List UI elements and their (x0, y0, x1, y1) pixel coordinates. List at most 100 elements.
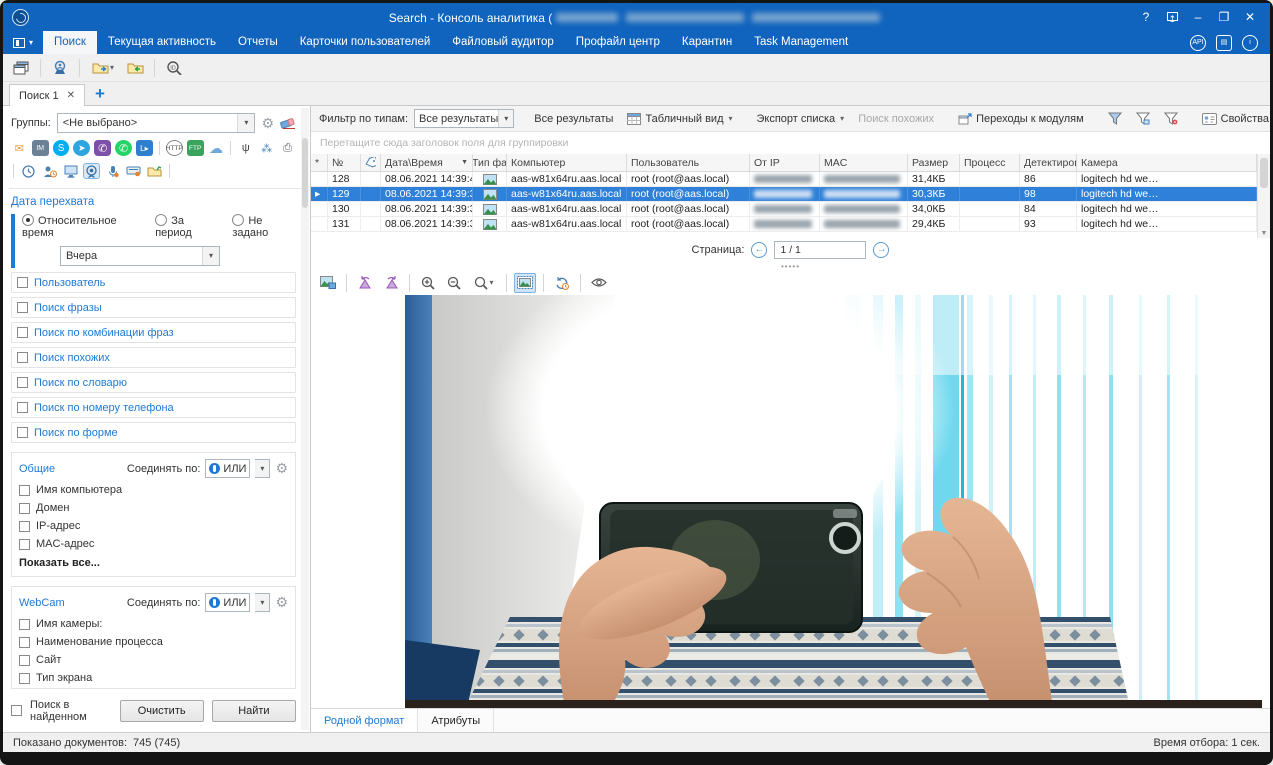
common-settings-gear-icon[interactable]: ⚙ (275, 460, 288, 477)
eraser-icon[interactable] (280, 117, 296, 129)
checkbox[interactable] (19, 503, 30, 514)
search-in-found-checkbox[interactable] (11, 705, 22, 716)
im-icon[interactable]: IM (32, 140, 49, 156)
col-computer[interactable]: Компьютер (507, 154, 627, 171)
groups-settings-gear-icon[interactable]: ⚙ (261, 115, 274, 132)
check-screen-type[interactable]: Тип экрана (19, 672, 288, 684)
menu-tab-reports[interactable]: Отчеты (227, 31, 289, 54)
tab-native-format[interactable]: Родной формат (311, 709, 418, 732)
checkbox[interactable] (19, 485, 30, 496)
check-ip[interactable]: IP-адрес (19, 520, 288, 532)
export-list-button[interactable]: Экспорт списка▾ (753, 111, 849, 127)
table-scrollbar[interactable]: ▼ (1257, 154, 1270, 238)
window-pin-button[interactable] (1160, 7, 1184, 27)
show-all-link[interactable]: Показать все... (19, 557, 288, 569)
checkbox[interactable] (19, 637, 30, 648)
rotate-right-button[interactable] (380, 273, 402, 293)
table-row-selected[interactable]: ▸ 129 08.06.2021 14:39:38 aas-w81x64ru.a… (311, 187, 1257, 202)
find-button[interactable]: Найти (212, 700, 296, 722)
fit-to-window-button[interactable] (514, 273, 536, 293)
prev-page-button[interactable]: ← (751, 242, 767, 258)
menu-tab-poisk[interactable]: Поиск (43, 31, 97, 54)
splitter-handle[interactable]: ••••• (311, 262, 1270, 270)
chevron-down-icon[interactable]: ▾ (255, 459, 270, 478)
scrollbar-thumb[interactable] (302, 138, 308, 208)
preview-eye-button[interactable] (588, 273, 610, 293)
session-view-button[interactable] (551, 273, 573, 293)
all-results-button[interactable]: Все результаты (530, 111, 617, 127)
checkbox[interactable] (19, 539, 30, 550)
join-operator-select[interactable]: ИЛИ (205, 459, 250, 478)
webcam-icon[interactable] (83, 163, 100, 179)
filter-apply-button[interactable] (1104, 110, 1126, 127)
checkbox[interactable] (19, 673, 30, 684)
table-row[interactable]: 131 08.06.2021 14:39:33 aas-w81x64ru.aas… (311, 217, 1257, 232)
radio-period[interactable]: За период (155, 214, 218, 239)
import-query-button[interactable] (123, 57, 147, 79)
viber-icon[interactable]: ✆ (94, 140, 111, 156)
join-operator-select[interactable]: ИЛИ (205, 593, 250, 612)
checkbox[interactable] (17, 327, 28, 338)
groups-select[interactable]: <Не выбрано> ▾ (57, 113, 256, 133)
restore-button[interactable]: ❐ (1212, 7, 1236, 27)
modules-icon[interactable]: ▤ (1216, 35, 1232, 51)
filter-phone-number[interactable]: Поиск по номеру телефона (11, 397, 296, 418)
filter-phrase-combo[interactable]: Поиск по комбинации фраз (11, 322, 296, 343)
checkbox[interactable] (17, 302, 28, 313)
whatsapp-icon[interactable]: ✆ (115, 140, 132, 156)
api-icon[interactable]: API (1190, 35, 1206, 51)
close-tab-icon[interactable]: ✕ (67, 90, 75, 101)
menu-tab-activity[interactable]: Текущая активность (97, 31, 227, 54)
lync-icon[interactable]: L▸ (136, 140, 153, 156)
page-input[interactable]: 1 / 1 (774, 241, 866, 259)
table-view-button[interactable]: Табличный вид▾ (623, 111, 736, 127)
filter-user[interactable]: Пользователь (11, 272, 296, 293)
col-size[interactable]: Размер (908, 154, 960, 171)
user-search-button[interactable] (48, 57, 72, 79)
save-image-button[interactable] (317, 273, 339, 293)
zoom-in-button[interactable] (417, 273, 439, 293)
search-by-id-button[interactable]: ID (162, 57, 186, 79)
usb-icon[interactable]: ψ (237, 140, 254, 156)
type-filter-select[interactable]: Все результаты▾ (414, 109, 514, 128)
col-user[interactable]: Пользователь (627, 154, 750, 171)
col-marker[interactable]: * (311, 154, 328, 171)
close-button[interactable]: ✕ (1238, 7, 1262, 27)
clock-icon[interactable] (20, 163, 37, 179)
app-menu-button[interactable]: ▾ (3, 31, 43, 54)
checkbox[interactable] (19, 655, 30, 666)
folder-attach-icon[interactable] (146, 163, 163, 179)
checkbox[interactable] (19, 619, 30, 630)
microphone-icon[interactable] (104, 163, 121, 179)
radio-not-set[interactable]: Не задано (232, 214, 296, 239)
clear-button[interactable]: Очистить (120, 700, 204, 722)
radio-relative-time[interactable]: Относительное время (22, 214, 141, 239)
next-page-button[interactable]: → (873, 242, 889, 258)
check-domain[interactable]: Домен (19, 502, 288, 514)
col-ip[interactable]: От IP (750, 154, 820, 171)
mail-icon[interactable]: ✉ (11, 140, 28, 156)
telegram-icon[interactable]: ➤ (73, 140, 90, 156)
keyboard-icon[interactable] (125, 163, 142, 179)
help-button[interactable]: ? (1134, 7, 1158, 27)
scroll-down-icon[interactable]: ▼ (1258, 230, 1270, 237)
table-row[interactable]: 130 08.06.2021 14:39:36 aas-w81x64ru.aas… (311, 202, 1257, 217)
relative-time-select[interactable]: Вчера ▾ (60, 246, 220, 266)
checkbox[interactable] (17, 277, 28, 288)
col-camera[interactable]: Камера (1077, 154, 1257, 171)
skype-icon[interactable]: S (53, 140, 70, 156)
checkbox[interactable] (17, 377, 28, 388)
col-tag[interactable] (361, 154, 381, 171)
export-query-button[interactable]: ▾ (87, 57, 119, 79)
zoom-out-button[interactable] (443, 273, 465, 293)
filter-similar[interactable]: Поиск похожих (11, 347, 296, 368)
group-by-hint[interactable]: Перетащите сюда заголовок поля для групп… (311, 132, 1270, 154)
check-computer-name[interactable]: Имя компьютера (19, 484, 288, 496)
rotate-left-button[interactable] (354, 273, 376, 293)
col-mac[interactable]: MAC (820, 154, 908, 171)
webcam-settings-gear-icon[interactable]: ⚙ (275, 594, 288, 611)
goto-modules-button[interactable]: Переходы к модулям (954, 111, 1088, 127)
devices-icon[interactable]: ⁂ (258, 140, 275, 156)
chevron-down-icon[interactable]: ▾ (237, 114, 254, 132)
checkbox[interactable] (17, 402, 28, 413)
